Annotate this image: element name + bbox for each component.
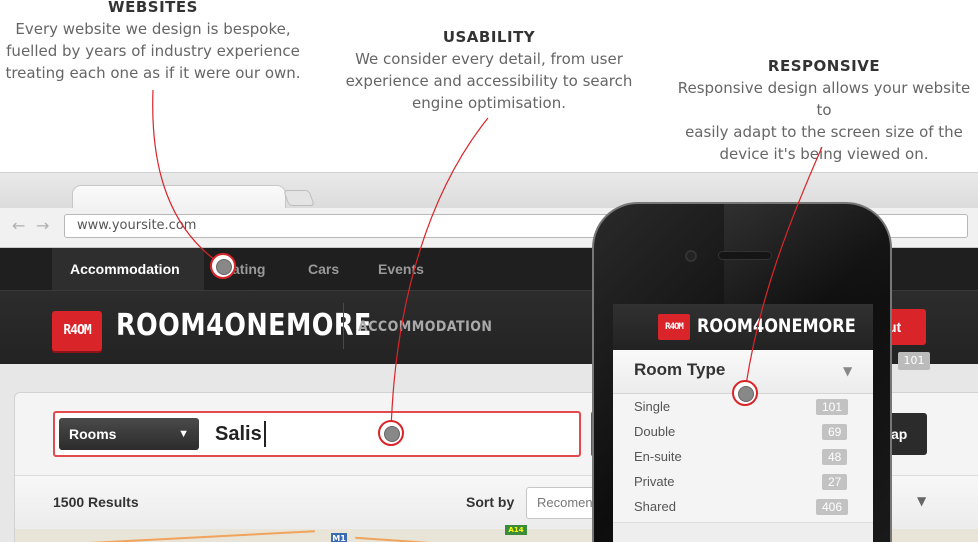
count-badge: 406 [816, 499, 849, 515]
brand-logo[interactable]: R4OM [52, 311, 102, 351]
marker-websites [210, 253, 236, 279]
map-road [355, 536, 535, 542]
divider [343, 303, 344, 349]
mobile-brand-logo[interactable]: R4OM [658, 314, 690, 340]
feature-title: WEBSITES [108, 0, 198, 16]
list-item[interactable]: En-suite 48 [613, 444, 873, 469]
count-badge: 48 [822, 449, 848, 465]
feature-responsive: RESPONSIVE Responsive design allows your… [670, 57, 978, 165]
feature-usability: USABILITY We consider every detail, from… [340, 28, 638, 114]
chevron-down-icon: ▼ [178, 428, 189, 440]
mobile-brand-name: ROOM4ONEMORE [697, 315, 856, 337]
phone-screen: R4OM ROOM4ONEMORE Room Type ▼ Single 101… [613, 304, 873, 542]
left-arrow-icon[interactable]: ← [12, 216, 25, 235]
nav-tab-accommodation[interactable]: Accommodation [52, 248, 204, 290]
feature-text: Responsive design allows your website to… [677, 79, 971, 163]
list-item[interactable]: Shared 406 [613, 494, 873, 519]
camera-icon [685, 250, 697, 262]
sort-label: Sort by [466, 494, 515, 510]
map-road [55, 530, 315, 542]
item-label: En-suite [634, 449, 682, 464]
feature-title: RESPONSIVE [767, 57, 881, 75]
mobile-footer-divider [613, 522, 873, 542]
count-badge: 101 [898, 352, 930, 370]
mobile-header: R4OM ROOM4ONEMORE [613, 304, 873, 350]
new-tab-button[interactable] [283, 190, 315, 206]
item-label: Double [634, 424, 676, 439]
room-type-select[interactable]: Rooms ▼ [59, 418, 199, 450]
speaker-grille [718, 251, 772, 260]
item-label: Single [634, 399, 671, 414]
feature-title: USABILITY [442, 28, 536, 46]
nav-tab-events[interactable]: Events [378, 248, 424, 290]
search-bar: Rooms ▼ Salis [53, 411, 581, 457]
marker-responsive [732, 380, 758, 406]
room-type-list: Single 101 Double 69 En-suite 48 Private… [613, 394, 873, 519]
count-badge: 69 [822, 424, 848, 440]
item-label: Shared [634, 499, 676, 514]
select-value: Rooms [69, 426, 117, 442]
nav-tab-cars[interactable]: Cars [308, 248, 339, 290]
right-arrow-icon[interactable]: → [36, 216, 49, 235]
section-label: ACCOMMODATION [358, 319, 493, 335]
list-item[interactable]: Double 69 [613, 419, 873, 444]
list-item[interactable]: Private 27 [613, 469, 873, 494]
filter-title: Room Type [634, 360, 726, 379]
brand-name: ROOM4ONEMORE [116, 308, 372, 343]
item-label: Private [634, 474, 675, 489]
marker-usability [378, 420, 404, 446]
results-count: 1500 Results [53, 494, 139, 510]
phone-device: R4OM ROOM4ONEMORE Room Type ▼ Single 101… [592, 202, 892, 542]
chevron-down-icon: ▼ [843, 364, 853, 378]
nav-tab-eating[interactable]: ating [232, 248, 265, 290]
feature-text: Every website we design is bespoke, fuel… [5, 20, 301, 82]
count-badge: 101 [816, 399, 849, 415]
feature-websites: WEBSITES Every website we design is besp… [0, 0, 306, 84]
map-label-a14: A14 [505, 525, 527, 535]
search-input[interactable]: Salis [215, 421, 266, 447]
count-badge: 27 [822, 474, 848, 490]
feature-text: We consider every detail, from user expe… [345, 50, 633, 112]
map-label-m1: M1 [331, 533, 347, 542]
chevron-down-icon[interactable]: ▼ [917, 494, 926, 508]
